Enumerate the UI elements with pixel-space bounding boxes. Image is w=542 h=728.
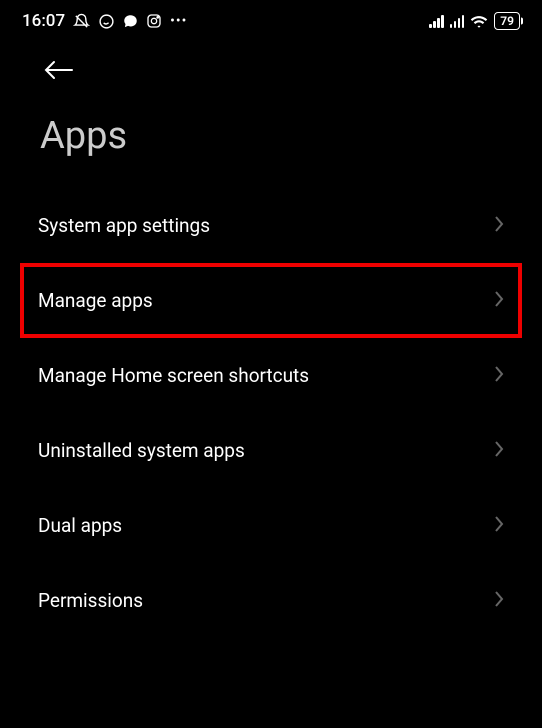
menu-item-manage-apps[interactable]: Manage apps [20, 263, 522, 338]
menu-item-manage-home-shortcuts[interactable]: Manage Home screen shortcuts [20, 338, 522, 413]
menu-item-permissions[interactable]: Permissions [20, 563, 522, 638]
status-left: 16:07 ••• [22, 11, 187, 31]
menu-item-dual-apps[interactable]: Dual apps [20, 488, 522, 563]
menu-item-uninstalled-system-apps[interactable]: Uninstalled system apps [20, 413, 522, 488]
menu-label: Permissions [38, 589, 143, 612]
battery-indicator: 79 [494, 12, 520, 30]
status-right: 79 [429, 12, 520, 30]
chevron-right-icon [494, 365, 504, 387]
notification-muted-icon [73, 13, 90, 30]
signal-2-icon [450, 14, 465, 28]
chat-icon [123, 14, 138, 29]
chevron-right-icon [494, 440, 504, 462]
instagram-icon [146, 13, 162, 29]
menu-label: Manage Home screen shortcuts [38, 364, 309, 387]
wifi-icon [470, 14, 488, 28]
chevron-right-icon [494, 515, 504, 537]
chevron-right-icon [494, 290, 504, 312]
menu-label: Manage apps [38, 289, 153, 312]
battery-level: 79 [500, 14, 514, 28]
menu-list: System app settings Manage apps Manage H… [0, 188, 542, 638]
menu-item-system-app-settings[interactable]: System app settings [20, 188, 522, 263]
chevron-right-icon [494, 215, 504, 237]
back-button[interactable] [0, 40, 542, 104]
whatsapp-icon [98, 13, 115, 30]
status-bar: 16:07 ••• [0, 0, 542, 40]
menu-label: Uninstalled system apps [38, 439, 245, 462]
page-title: Apps [0, 104, 542, 188]
menu-label: Dual apps [38, 514, 122, 537]
more-notifications-icon: ••• [170, 13, 187, 29]
status-time: 16:07 [22, 11, 65, 31]
chevron-right-icon [494, 590, 504, 612]
menu-label: System app settings [38, 214, 210, 237]
signal-1-icon [429, 14, 444, 28]
